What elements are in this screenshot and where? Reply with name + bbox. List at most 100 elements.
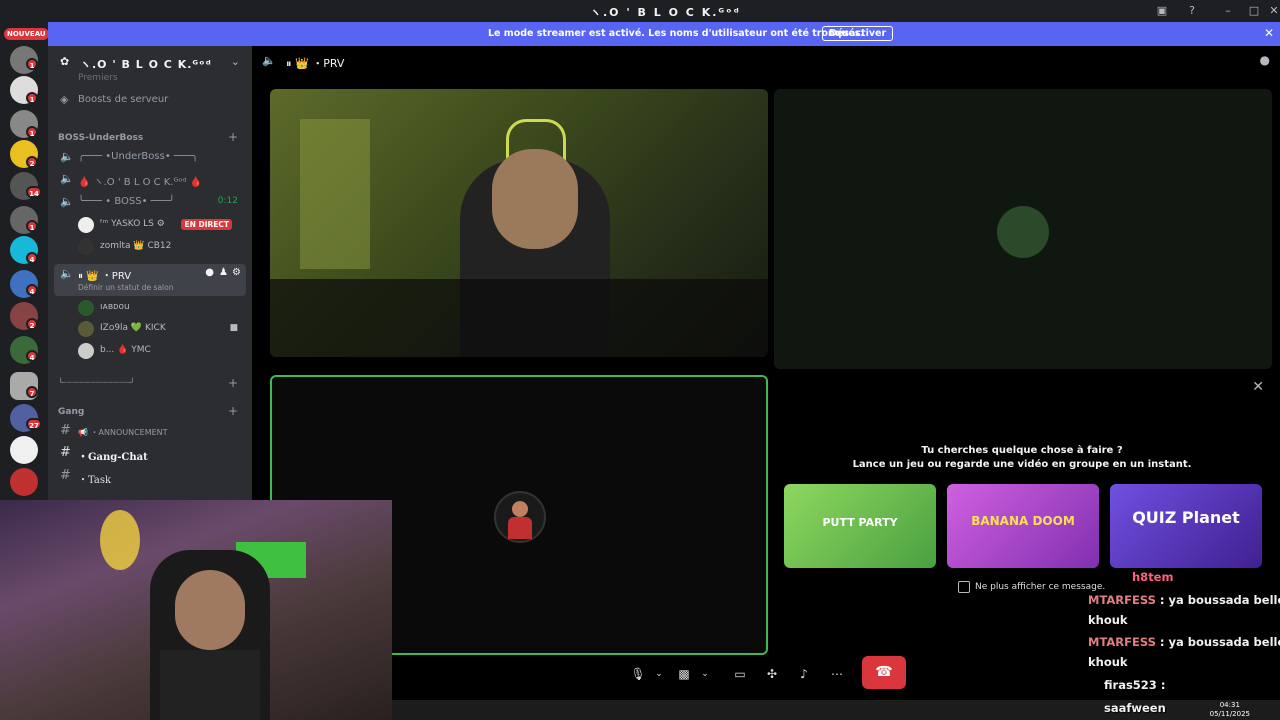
avatar [78,300,94,316]
camera-off-icon[interactable]: ▩ [673,663,695,685]
activity-subtitle: Lance un jeu ou regarde une vidéo en gro… [852,459,1192,470]
close-icon[interactable]: ✕ [1264,26,1274,40]
voice-channel-name: ⏸ 👑 ・PRV [286,57,345,70]
voice-member[interactable]: zomlta 👑 CB12 [70,237,240,257]
voice-channel[interactable]: 🔈 ╰─── • BOSS• ───╯ 0:12 [54,192,246,212]
inbox-icon[interactable]: ▣ [1154,3,1170,19]
server-icon[interactable] [10,436,38,464]
mention-badge: 1 [26,92,38,104]
server-icon[interactable] [10,468,38,496]
channel-label: ╰─── • BOSS• ───╯ [78,196,175,207]
hash-icon: # [60,445,71,460]
mention-badge: 1 [26,126,38,138]
avatar [78,321,94,337]
screen-share-icon[interactable]: ▭ [729,663,751,685]
game-name: QUIZ Planet [1132,508,1240,527]
channel-label: ╭─── •UnderBoss• ───╮ [78,151,198,162]
mention-badge: 2 [26,156,38,168]
voice-channel[interactable]: 🔈 ╭─── •UnderBoss• ───╮ [54,147,246,167]
avatar [78,217,94,233]
add-channel-icon[interactable]: + [228,130,238,144]
window-title: ヽ.O ' B L O C K.ᴳᵒᵈ [590,6,741,19]
mention-badge: 7 [26,386,38,398]
add-channel-icon[interactable]: + [228,404,238,418]
window-titlebar: ヽ.O ' B L O C K.ᴳᵒᵈ ▣ ? – □ ✕ [0,0,1280,22]
close-icon[interactable]: ✕ [1252,379,1264,395]
body-shape [160,650,260,720]
channel-label: ・Task [78,475,112,486]
decor-divider: ╰┈┈┈┈┈┈┈┈┈┈┈┈┈┈╯ [58,378,136,387]
voice-header: 🔈 ⏸ 👑 ・PRV ● [252,46,1280,76]
text-channel[interactable]: # 📢 ・ANNOUNCEMENT [54,422,246,442]
mention-badge: 1 [26,220,38,232]
voice-timer: 0:12 [217,196,238,206]
chat-icon[interactable]: ● [205,267,214,278]
add-channel-icon[interactable]: + [228,376,238,390]
avatar [494,491,546,543]
voice-member[interactable]: IZo9la 💚 KICK ■ [70,319,240,339]
banner-message: Le mode streamer est activé. Les noms d'… [488,28,865,39]
chevron-down-icon[interactable]: ⌄ [231,55,240,68]
text-channel[interactable]: # ・Task [54,467,246,487]
invite-icon[interactable]: ♟ [219,267,228,278]
channel-status[interactable]: Définir un statut de salon [78,283,173,292]
activity-icon[interactable]: ✣ [761,663,783,685]
face-shape [492,149,578,249]
neon-sign [100,510,140,570]
channel-label: ・Gang-Chat [78,452,148,463]
voice-member[interactable]: ıᴀʙᴅou [70,298,240,318]
avatar [78,343,94,359]
stream-chat-overlay: h8tem MTARFESS : ya boussada bellehi kho… [1086,568,1280,720]
chevron-down-icon[interactable]: ⌄ [694,663,716,685]
game-card[interactable]: QUIZ Planet [1110,484,1262,568]
game-name: BANANA DOOM [971,514,1075,528]
facecam-overlay [0,500,392,720]
minimize-button[interactable]: – [1220,3,1236,19]
dont-show-again-checkbox[interactable] [958,581,970,593]
door-shape [300,119,370,269]
voice-channel-prv[interactable]: 🔈 ⏸ 👑 ・PRV Définir un statut de salon ● … [54,264,246,296]
chat-message: saafween [1104,701,1166,715]
channel-label: 📢 ・ANNOUNCEMENT [78,428,168,437]
new-badge: NOUVEAU [4,28,49,40]
game-card[interactable]: BANANA DOOM [947,484,1099,568]
chat-icon[interactable]: ● [1260,53,1270,67]
chat-message: khouk [1088,655,1128,669]
video-tile-camera[interactable] [270,89,768,357]
chevron-down-icon[interactable]: ⌄ [648,663,670,685]
member-name: b... 🩸 YMC [100,345,151,355]
member-name: ıᴀʙᴅou [100,302,130,312]
video-tile-empty[interactable] [774,89,1272,369]
mention-badge: 14 [26,186,42,198]
boosts-row[interactable]: ◈ Boosts de serveur [54,90,246,110]
voice-member[interactable]: b... 🩸 YMC [70,341,240,361]
soundboard-icon[interactable]: ♪ [793,663,815,685]
help-icon[interactable]: ? [1184,3,1200,19]
category-gang[interactable]: Gang [58,407,84,417]
mention-badge: 4 [26,284,38,296]
disable-streamer-mode-button[interactable]: Désactiver [822,26,894,41]
channel-partial: Premiers [78,73,118,81]
maximize-button[interactable]: □ [1246,3,1262,19]
more-icon[interactable]: ⋯ [826,663,848,685]
microphone-icon[interactable]: 🎙 [627,663,649,685]
member-name: zomlta 👑 CB12 [100,241,172,251]
speaker-icon: 🔈 [60,267,74,280]
boosts-label: Boosts de serveur [78,94,169,105]
voice-member[interactable]: ᶠᵐ YASKO LS ⚙ EN DIRECT [70,215,240,235]
activity-question: Tu cherches quelque chose à faire ? [921,445,1123,456]
game-name: PUTT PARTY [822,516,898,529]
mention-badge: 1 [26,58,38,70]
disconnect-button[interactable]: ☎ [862,656,906,689]
game-card[interactable]: PUTT PARTY [784,484,936,568]
close-window-button[interactable]: ✕ [1266,3,1280,19]
gear-icon[interactable]: ⚙ [232,267,241,278]
text-channel[interactable]: # ・Gang-Chat [54,444,246,464]
speaker-icon: 🔈 [60,172,74,185]
mention-badge: 2 [26,318,38,330]
voice-channel[interactable]: 🔈 🩸 ヽ.O ' B L O C K.ᴳᵒᵈ 🩸 [54,169,246,189]
chat-message: khouk [1088,613,1128,627]
chat-message: h8tem [1132,570,1174,584]
hash-icon: # [60,423,71,438]
category-boss[interactable]: BOSS-UnderBoss [58,133,143,143]
